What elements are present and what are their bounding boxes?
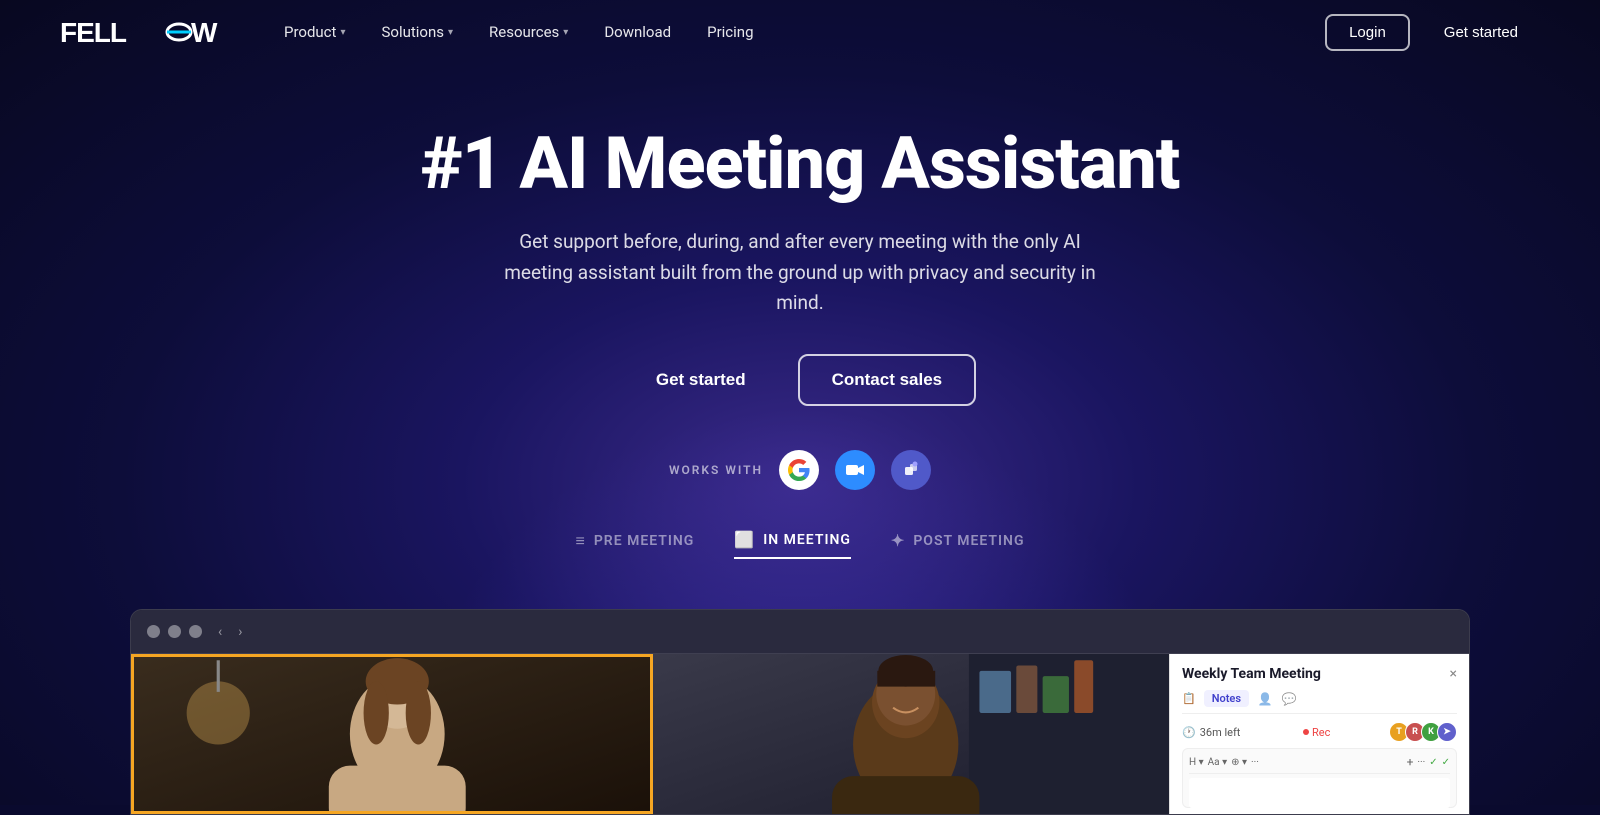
tab-pre-meeting[interactable]: ≡ PRE MEETING	[575, 531, 694, 559]
chevron-down-icon: ▾	[448, 27, 453, 38]
list-icon: ≡	[575, 531, 585, 551]
svg-text:FELL: FELL	[60, 17, 127, 48]
zoom-icon	[835, 450, 875, 490]
heading-selector[interactable]: H ▾	[1189, 757, 1204, 768]
time-remaining: 🕐 36m left	[1182, 726, 1240, 739]
contact-sales-button[interactable]: Contact sales	[798, 354, 977, 406]
browser-mockup: ‹ ›	[130, 609, 1470, 815]
avatar-group: T R K ➤	[1393, 722, 1457, 742]
hero-buttons: Get started Contact sales	[20, 354, 1580, 406]
get-started-hero-button[interactable]: Get started	[624, 356, 778, 404]
editor-toolbar: H ▾ Aa ▾ ⊕ ▾ ··· + ··· ✓ ✓	[1189, 755, 1450, 774]
notes-icon: 📋	[1182, 692, 1196, 705]
add-icon[interactable]: +	[1407, 755, 1414, 769]
chevron-down-icon: ▾	[340, 27, 345, 38]
video-panel-woman	[131, 654, 653, 814]
recording-badge: Rec	[1303, 726, 1330, 739]
browser-bar: ‹ ›	[131, 610, 1469, 654]
clock-icon: 🕐	[1182, 726, 1196, 739]
meeting-tabs: ≡ PRE MEETING ⬜ IN MEETING ✦ POST MEETIN…	[20, 530, 1580, 559]
panel-toolbar: 📋 Notes 👤 💬	[1182, 690, 1457, 714]
more-options-icon[interactable]: ···	[1251, 757, 1259, 768]
window-dot-2	[168, 625, 181, 638]
video-panel-man	[653, 654, 1169, 814]
tab-post-meeting[interactable]: ✦ POST MEETING	[891, 531, 1025, 558]
teams-icon	[891, 450, 931, 490]
check-icon-2: ✓	[1442, 757, 1450, 768]
get-started-nav-button[interactable]: Get started	[1422, 16, 1540, 49]
rec-indicator	[1303, 729, 1309, 735]
notes-tab[interactable]: Notes	[1204, 690, 1249, 707]
google-meet-icon	[779, 450, 819, 490]
window-dot-1	[147, 625, 160, 638]
nav-pricing[interactable]: Pricing	[693, 15, 767, 49]
font-selector[interactable]: Aa ▾	[1208, 757, 1227, 768]
meeting-panel: × Weekly Team Meeting 📋 Notes 👤 💬 🕐 36m …	[1169, 654, 1469, 814]
works-with-label: WORKS WITH	[669, 463, 763, 477]
sparkle-icon: ✦	[891, 531, 905, 550]
person-bg-left	[134, 657, 650, 811]
nav-resources[interactable]: Resources ▾	[475, 15, 582, 49]
navbar: FELL W Product ▾ Solutions ▾ Resources ▾…	[0, 0, 1600, 64]
nav-right: Login Get started	[1325, 14, 1540, 51]
hero-subheadline: Get support before, during, and after ev…	[500, 227, 1100, 318]
editor-content[interactable]	[1189, 778, 1450, 808]
check-icon-1: ✓	[1429, 757, 1437, 768]
tab-in-meeting[interactable]: ⬜ IN MEETING	[734, 530, 851, 559]
nav-download[interactable]: Download	[590, 15, 685, 49]
chat-icon: ⬜	[734, 530, 755, 549]
insert-icon[interactable]: ⊕ ▾	[1231, 757, 1247, 768]
login-button[interactable]: Login	[1325, 14, 1410, 51]
hero-section: #1 AI Meeting Assistant Get support befo…	[0, 64, 1600, 609]
avatar-send: ➤	[1437, 722, 1457, 742]
meeting-info-bar: 🕐 36m left Rec T R K ➤	[1182, 722, 1457, 742]
hero-headline: #1 AI Meeting Assistant	[20, 124, 1580, 203]
nav-product[interactable]: Product ▾	[270, 15, 359, 49]
nav-solutions[interactable]: Solutions ▾	[367, 15, 467, 49]
chat-bubble-icon: 💬	[1281, 691, 1297, 707]
editor-area[interactable]: H ▾ Aa ▾ ⊕ ▾ ··· + ··· ✓ ✓	[1182, 748, 1457, 808]
works-with-section: WORKS WITH	[20, 450, 1580, 490]
person-bg-right	[653, 654, 1169, 814]
browser-forward-arrow[interactable]: ›	[238, 624, 242, 640]
meeting-title: Weekly Team Meeting	[1182, 666, 1457, 682]
chevron-down-icon: ▾	[563, 27, 568, 38]
logo[interactable]: FELL W	[60, 14, 220, 50]
close-button[interactable]: ×	[1450, 666, 1457, 682]
browser-back-arrow[interactable]: ‹	[218, 624, 222, 640]
person-icon: 👤	[1257, 691, 1273, 707]
browser-content: × Weekly Team Meeting 📋 Notes 👤 💬 🕐 36m …	[131, 654, 1469, 814]
extra-options-icon[interactable]: ···	[1417, 757, 1425, 768]
svg-text:W: W	[191, 17, 218, 48]
window-dot-3	[189, 625, 202, 638]
nav-links: Product ▾ Solutions ▾ Resources ▾ Downlo…	[270, 15, 1325, 49]
